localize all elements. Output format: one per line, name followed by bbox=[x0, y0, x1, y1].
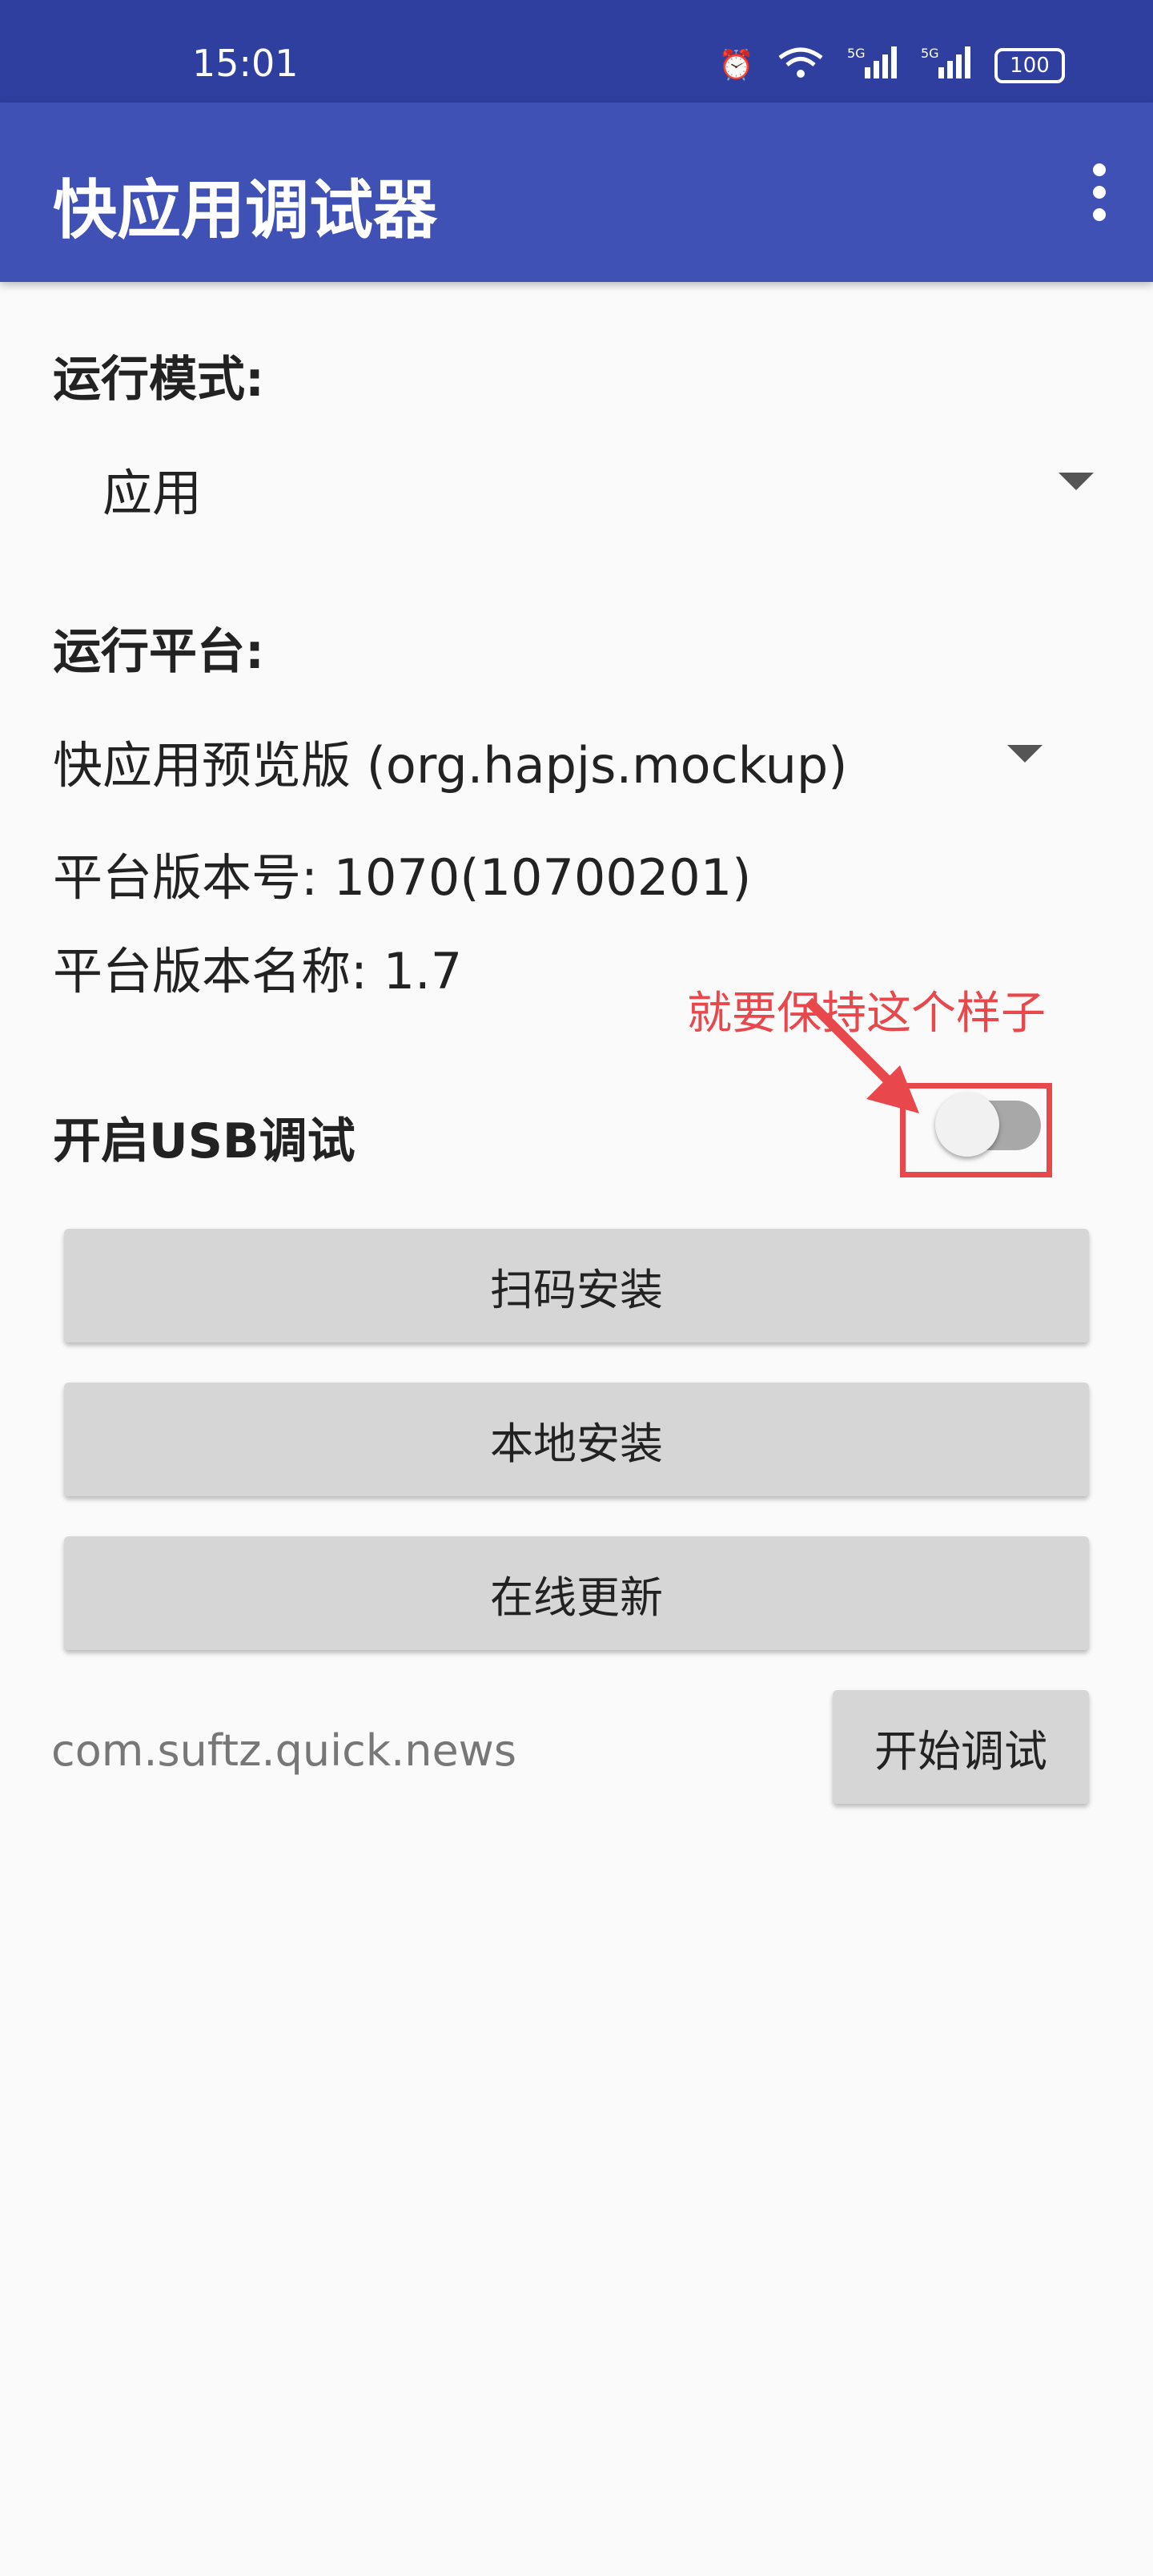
start-debug-button[interactable]: 开始调试 bbox=[833, 1690, 1089, 1804]
usb-debug-label: 开启USB调试 bbox=[53, 1113, 356, 1169]
package-name-input[interactable] bbox=[51, 1714, 772, 1786]
online-update-button[interactable]: 在线更新 bbox=[64, 1536, 1089, 1650]
scan-install-button[interactable]: 扫码安装 bbox=[64, 1229, 1089, 1342]
local-install-button[interactable]: 本地安装 bbox=[64, 1383, 1089, 1496]
usb-debug-switch-thumb[interactable] bbox=[935, 1093, 999, 1157]
